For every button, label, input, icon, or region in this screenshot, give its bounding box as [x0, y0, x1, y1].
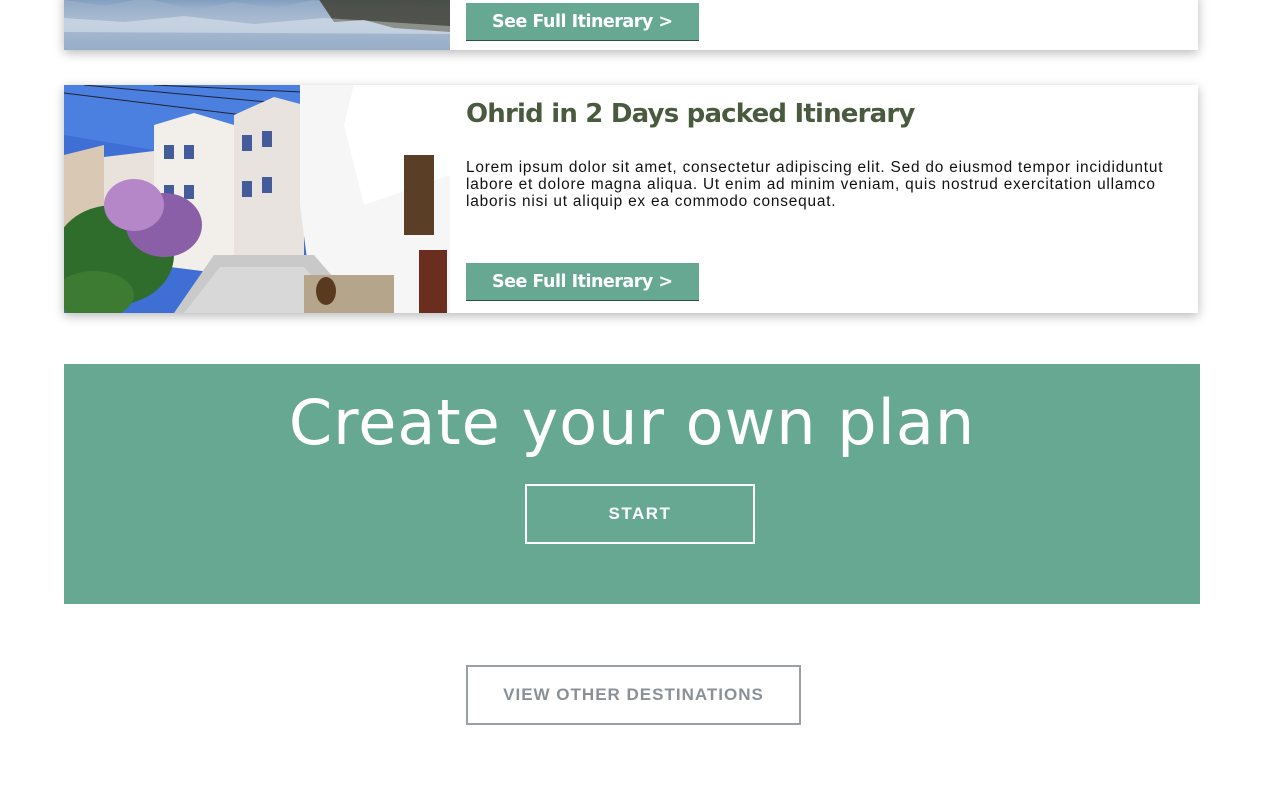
lake-reflection-image — [64, 0, 450, 50]
create-plan-heading: Create your own plan — [288, 386, 976, 459]
itinerary-card-previous: See Full Itinerary > — [64, 0, 1198, 50]
itinerary-card: Ohrid in 2 Days packed Itinerary Lorem i… — [64, 85, 1198, 313]
view-other-destinations-button[interactable]: VIEW OTHER DESTINATIONS — [466, 665, 801, 725]
create-plan-banner: Create your own plan START — [64, 364, 1200, 604]
see-full-itinerary-button[interactable]: See Full Itinerary > — [466, 3, 699, 41]
see-full-itinerary-button[interactable]: See Full Itinerary > — [466, 263, 699, 301]
start-button[interactable]: START — [525, 484, 755, 544]
itinerary-title: Ohrid in 2 Days packed Itinerary — [466, 99, 915, 129]
itinerary-description: Lorem ipsum dolor sit amet, consectetur … — [466, 159, 1164, 210]
old-town-street-image — [64, 85, 450, 313]
